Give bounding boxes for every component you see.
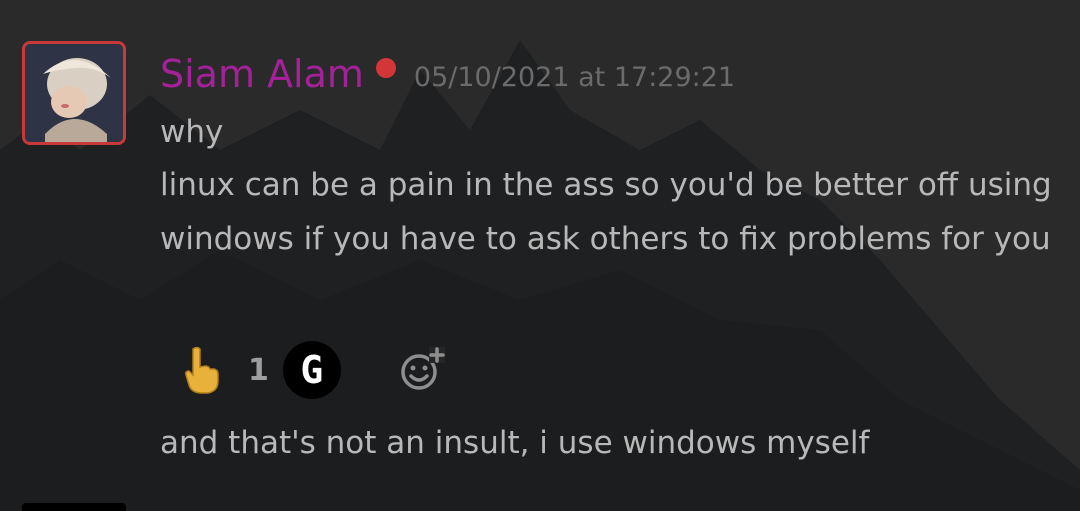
status-indicator [375, 58, 396, 78]
reaction-count: 1 [248, 352, 269, 388]
message-text: linux can be a pain in the ass so you'd … [160, 167, 1052, 257]
bottom-edge-element [22, 503, 126, 511]
reaction-pointing-hand[interactable]: 1 G [168, 340, 351, 400]
reactions-bar: 1 G [168, 340, 445, 400]
user-avatar[interactable] [22, 41, 126, 145]
followup-message-text: and that's not an insult, i use windows … [160, 425, 870, 461]
reactor-avatar: G [282, 341, 341, 399]
add-reaction-icon[interactable] [399, 347, 445, 393]
message-text: why [160, 114, 224, 150]
pointing-up-hand-icon [185, 346, 219, 394]
avatar-image [25, 44, 123, 142]
timestamp: 05/10/2021 at 17:29:21 [413, 61, 736, 93]
message-header: Siam Alam 05/10/2021 at 17:29:21 [160, 44, 735, 104]
username[interactable]: Siam Alam [160, 55, 364, 93]
